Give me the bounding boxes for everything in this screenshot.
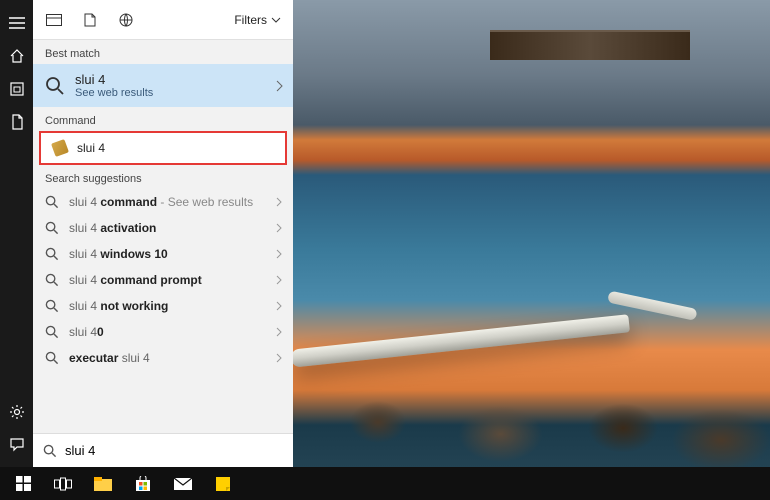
taskbar-store[interactable] [124, 467, 162, 500]
suggestion-item[interactable]: slui 4 not working [33, 293, 293, 319]
suggestion-item[interactable]: slui 4 command prompt [33, 267, 293, 293]
best-match-title: slui 4 [75, 72, 153, 87]
chevron-right-icon [276, 301, 283, 311]
filters-dropdown[interactable]: Filters [234, 13, 281, 27]
hamburger-icon[interactable] [0, 6, 33, 39]
filters-label: Filters [234, 13, 267, 27]
taskbar [0, 467, 770, 500]
search-icon [45, 221, 59, 235]
key-icon [51, 139, 69, 157]
section-command: Command [33, 107, 293, 131]
suggestion-text: executar slui 4 [69, 351, 150, 365]
filter-apps-icon[interactable] [45, 11, 63, 29]
suggestion-text: slui 4 activation [69, 221, 156, 235]
search-icon [45, 76, 65, 96]
taskbar-notes[interactable] [204, 467, 242, 500]
search-category-rail [0, 0, 33, 467]
search-filter-bar: Filters [33, 0, 293, 40]
start-button[interactable] [4, 467, 42, 500]
command-result[interactable]: slui 4 [39, 131, 287, 165]
search-icon [43, 444, 57, 458]
chevron-right-icon [276, 197, 283, 207]
chevron-down-icon [271, 17, 281, 23]
filter-documents-icon[interactable] [81, 11, 99, 29]
task-view-button[interactable] [44, 467, 82, 500]
search-input[interactable] [65, 443, 283, 458]
suggestion-item[interactable]: slui 4 windows 10 [33, 241, 293, 267]
suggestion-text: slui 4 not working [69, 299, 168, 313]
section-suggestions: Search suggestions [33, 165, 293, 189]
search-icon [45, 247, 59, 261]
suggestion-item[interactable]: slui 40 [33, 319, 293, 345]
chevron-right-icon [276, 275, 283, 285]
chevron-right-icon [275, 80, 283, 92]
suggestion-item[interactable]: executar slui 4 [33, 345, 293, 371]
search-icon [45, 299, 59, 313]
suggestion-text: slui 4 command - See web results [69, 195, 253, 209]
documents-icon[interactable] [0, 105, 33, 138]
chevron-right-icon [276, 353, 283, 363]
command-title: slui 4 [77, 141, 105, 155]
home-icon[interactable] [0, 39, 33, 72]
suggestion-item[interactable]: slui 4 activation [33, 215, 293, 241]
section-best-match: Best match [33, 40, 293, 64]
settings-icon[interactable] [0, 395, 33, 428]
suggestion-list: slui 4 command - See web results slui 4 a… [33, 189, 293, 433]
search-icon [45, 273, 59, 287]
best-match-subtitle: See web results [75, 87, 153, 99]
search-icon [45, 195, 59, 209]
suggestion-text: slui 4 windows 10 [69, 247, 168, 261]
taskbar-file-explorer[interactable] [84, 467, 122, 500]
suggestion-text: slui 4 command prompt [69, 273, 202, 287]
feedback-icon[interactable] [0, 428, 33, 461]
search-results-panel: Filters Best match slui 4 See web result… [33, 0, 293, 467]
apps-icon[interactable] [0, 72, 33, 105]
search-icon [45, 325, 59, 339]
chevron-right-icon [276, 327, 283, 337]
chevron-right-icon [276, 249, 283, 259]
suggestion-text: slui 40 [69, 325, 104, 339]
best-match-result[interactable]: slui 4 See web results [33, 64, 293, 107]
suggestion-item[interactable]: slui 4 command - See web results [33, 189, 293, 215]
search-icon [45, 351, 59, 365]
search-input-row [33, 433, 293, 467]
filter-web-icon[interactable] [117, 11, 135, 29]
taskbar-mail[interactable] [164, 467, 202, 500]
chevron-right-icon [276, 223, 283, 233]
